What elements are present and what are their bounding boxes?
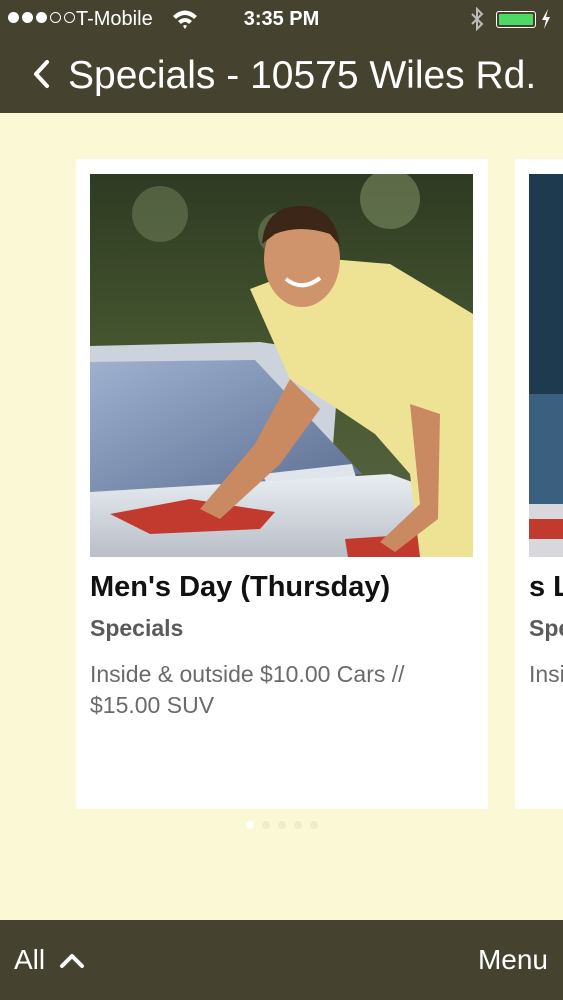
page-dot — [310, 821, 318, 829]
card-title: s L — [529, 571, 563, 603]
card-title: Men's Day (Thursday) — [90, 571, 391, 603]
top-bar: T-Mobile 3:35 PM Specials - 10575 Wiles … — [0, 0, 563, 113]
bottom-bar: All Menu — [0, 920, 563, 1000]
special-card[interactable]: s L Spe Insi SUV — [515, 159, 563, 809]
status-bar: T-Mobile 3:35 PM — [0, 0, 563, 40]
card-photo — [90, 174, 473, 557]
battery-icon — [496, 11, 536, 28]
specials-carousel[interactable]: Men's Day (Thursday) Specials Inside & o… — [0, 113, 563, 920]
all-label: All — [14, 944, 46, 975]
bluetooth-icon — [471, 7, 484, 31]
card-category: Specials — [90, 615, 184, 641]
card-description: Insi SUV — [529, 661, 563, 687]
page-indicator — [246, 821, 318, 829]
battery-fill — [499, 14, 533, 25]
page-dot — [294, 821, 302, 829]
menu-button[interactable]: Menu — [478, 944, 548, 976]
page-dot — [278, 821, 286, 829]
special-card[interactable]: Men's Day (Thursday) Specials Inside & o… — [76, 159, 488, 809]
back-button[interactable] — [28, 54, 58, 94]
page-dot — [246, 821, 254, 829]
page-dot — [262, 821, 270, 829]
card-photo — [529, 174, 563, 557]
card-description: Inside & outside $10.00 Cars // $15.00 S… — [90, 661, 405, 718]
card-category: Spe — [529, 615, 563, 641]
charging-bolt-icon — [542, 9, 550, 29]
all-button[interactable]: All — [14, 944, 85, 976]
navigation-bar: Specials - 10575 Wiles Rd. — [0, 40, 563, 113]
page-title: Specials - 10575 Wiles Rd. — [68, 54, 537, 97]
chevron-up-icon — [60, 954, 85, 968]
